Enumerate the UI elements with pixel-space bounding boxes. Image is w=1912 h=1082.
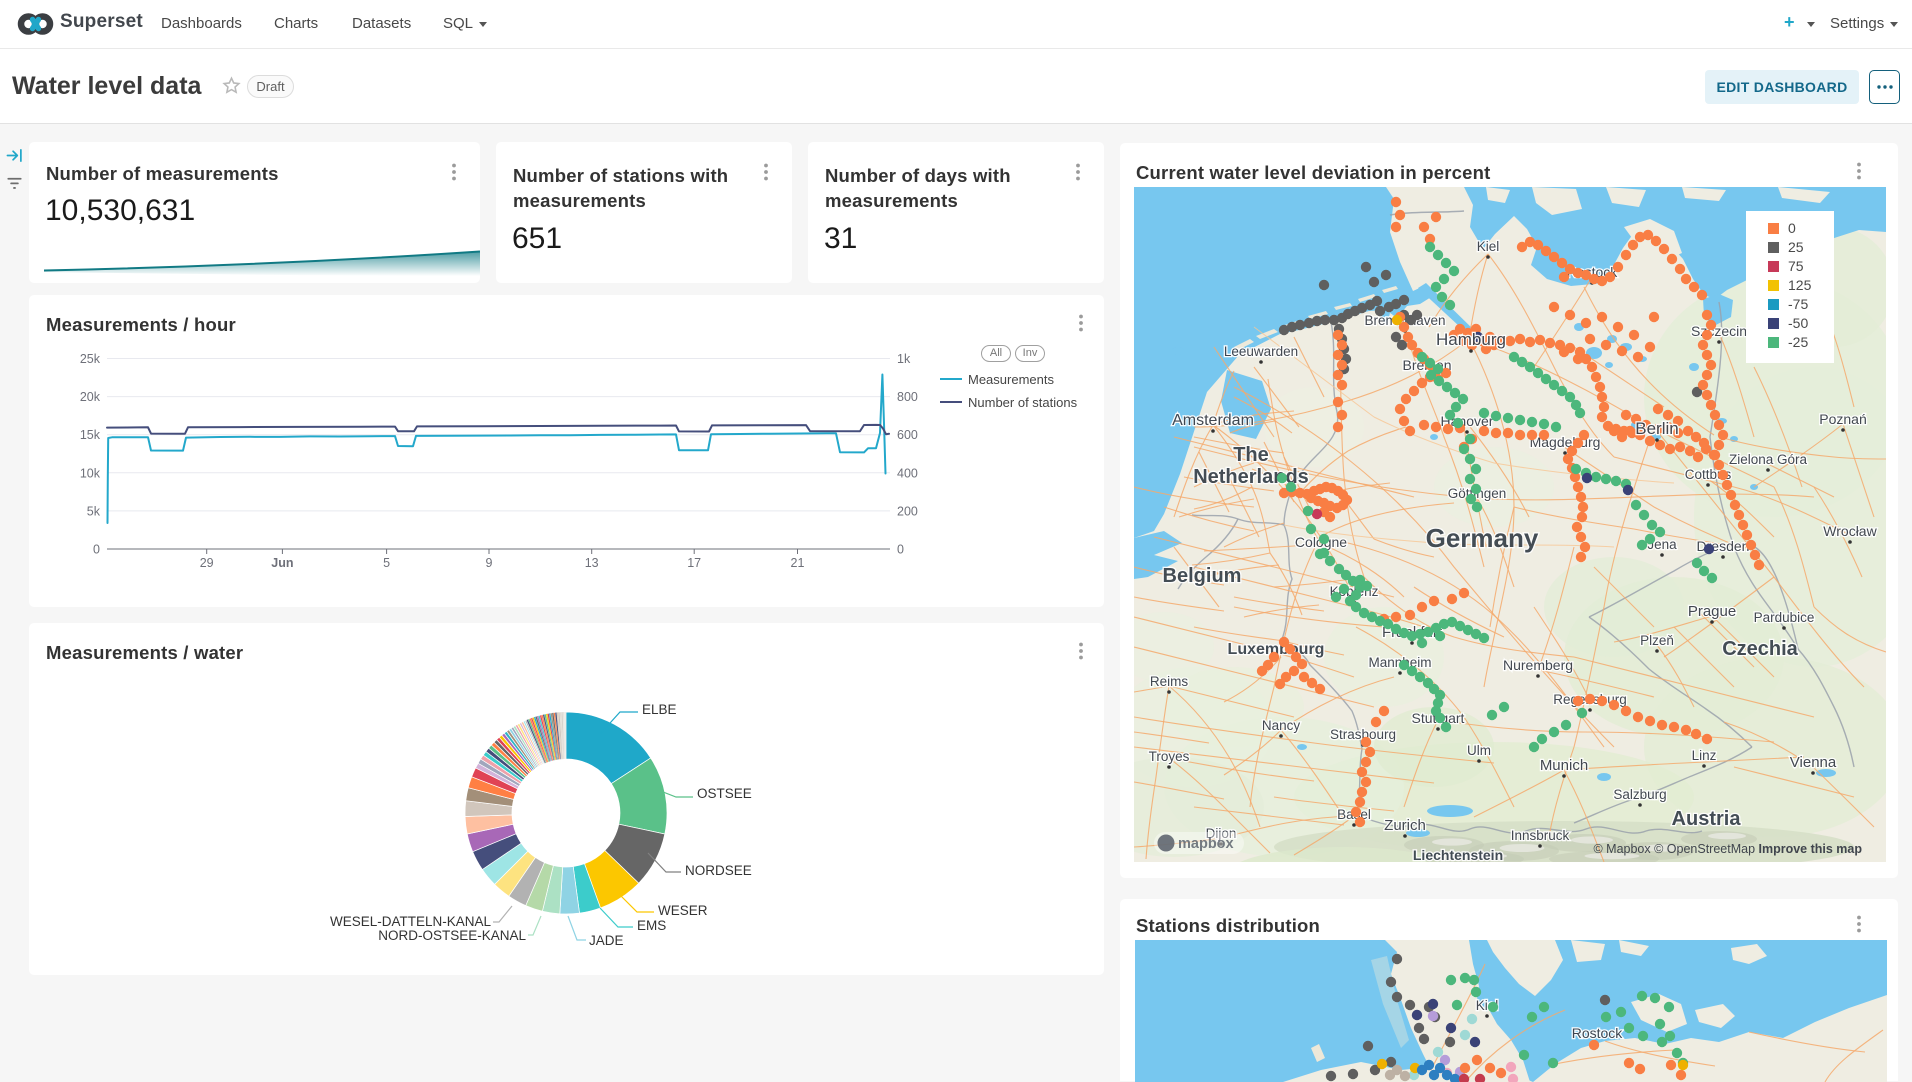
svg-text:Austria: Austria [1672, 808, 1742, 830]
svg-text:-75: -75 [1788, 296, 1808, 312]
svg-text:EMS: EMS [637, 918, 666, 933]
svg-text:Innsbruck: Innsbruck [1511, 828, 1570, 843]
svg-text:Berlin: Berlin [1635, 419, 1678, 438]
svg-text:21: 21 [791, 556, 805, 570]
svg-text:0: 0 [93, 543, 100, 557]
svg-text:Salzburg: Salzburg [1613, 787, 1666, 802]
svg-text:Liechtenstein: Liechtenstein [1413, 847, 1503, 862]
svg-text:800: 800 [897, 390, 918, 404]
svg-text:15k: 15k [80, 428, 101, 442]
svg-text:5: 5 [383, 556, 390, 570]
svg-text:13: 13 [585, 556, 599, 570]
svg-text:0: 0 [897, 543, 904, 557]
svg-text:The: The [1233, 444, 1269, 466]
svg-text:Nancy: Nancy [1262, 718, 1301, 733]
svg-text:75: 75 [1788, 258, 1804, 274]
svg-text:17: 17 [687, 556, 701, 570]
svg-text:Troyes: Troyes [1149, 749, 1190, 764]
svg-text:Czechia: Czechia [1722, 638, 1798, 660]
svg-text:Pardubice: Pardubice [1754, 610, 1815, 625]
svg-text:Vienna: Vienna [1790, 754, 1837, 771]
svg-text:1k: 1k [897, 352, 911, 366]
svg-text:9: 9 [486, 556, 493, 570]
svg-text:mapbox: mapbox [1178, 836, 1234, 852]
svg-text:Kiel: Kiel [1477, 239, 1500, 254]
svg-text:125: 125 [1788, 277, 1812, 293]
svg-text:Amsterdam: Amsterdam [1172, 412, 1254, 429]
svg-text:Munich: Munich [1540, 757, 1588, 774]
svg-text:29: 29 [200, 556, 214, 570]
svg-text:Nuremberg: Nuremberg [1503, 657, 1573, 673]
svg-text:Zurich: Zurich [1384, 817, 1426, 834]
svg-text:Prague: Prague [1688, 603, 1736, 620]
svg-text:Wrocław: Wrocław [1823, 523, 1877, 539]
svg-text:Szczecin: Szczecin [1691, 323, 1747, 339]
svg-text:WESER: WESER [658, 903, 708, 918]
svg-text:Dresden: Dresden [1697, 538, 1750, 554]
svg-text:Leeuwarden: Leeuwarden [1224, 344, 1298, 359]
svg-text:20k: 20k [80, 390, 101, 404]
svg-text:10k: 10k [80, 466, 101, 480]
svg-text:600: 600 [897, 428, 918, 442]
svg-text:© Mapbox © OpenStreetMap Impro: © Mapbox © OpenStreetMap Improve this ma… [1593, 842, 1862, 856]
svg-text:-25: -25 [1788, 334, 1808, 350]
svg-text:-50: -50 [1788, 315, 1808, 331]
svg-text:Germany: Germany [1426, 523, 1539, 553]
svg-text:Ulm: Ulm [1467, 743, 1491, 758]
svg-text:Zielona Góra: Zielona Góra [1729, 452, 1808, 467]
svg-text:400: 400 [897, 466, 918, 480]
svg-text:NORDSEE: NORDSEE [685, 863, 752, 878]
svg-text:0: 0 [1788, 220, 1796, 236]
svg-text:JADE: JADE [589, 933, 624, 948]
svg-text:Hamburg: Hamburg [1436, 330, 1506, 349]
svg-text:Belgium: Belgium [1163, 565, 1242, 587]
svg-text:5k: 5k [87, 504, 101, 518]
svg-text:25: 25 [1788, 239, 1804, 255]
svg-text:WESEL-DATTELN-KANAL: WESEL-DATTELN-KANAL [330, 914, 492, 929]
svg-text:Plzeň: Plzeň [1640, 633, 1674, 648]
svg-text:OSTSEE: OSTSEE [697, 786, 752, 801]
svg-text:Poznań: Poznań [1819, 411, 1866, 427]
svg-text:25k: 25k [80, 352, 101, 366]
svg-text:Linz: Linz [1692, 748, 1717, 763]
svg-text:ELBE: ELBE [642, 702, 677, 717]
svg-text:Rostock: Rostock [1572, 1025, 1624, 1041]
svg-text:Jun: Jun [271, 556, 293, 570]
svg-text:200: 200 [897, 504, 918, 518]
svg-text:Reims: Reims [1150, 674, 1189, 689]
svg-text:NORD-OSTSEE-KANAL: NORD-OSTSEE-KANAL [378, 928, 526, 943]
